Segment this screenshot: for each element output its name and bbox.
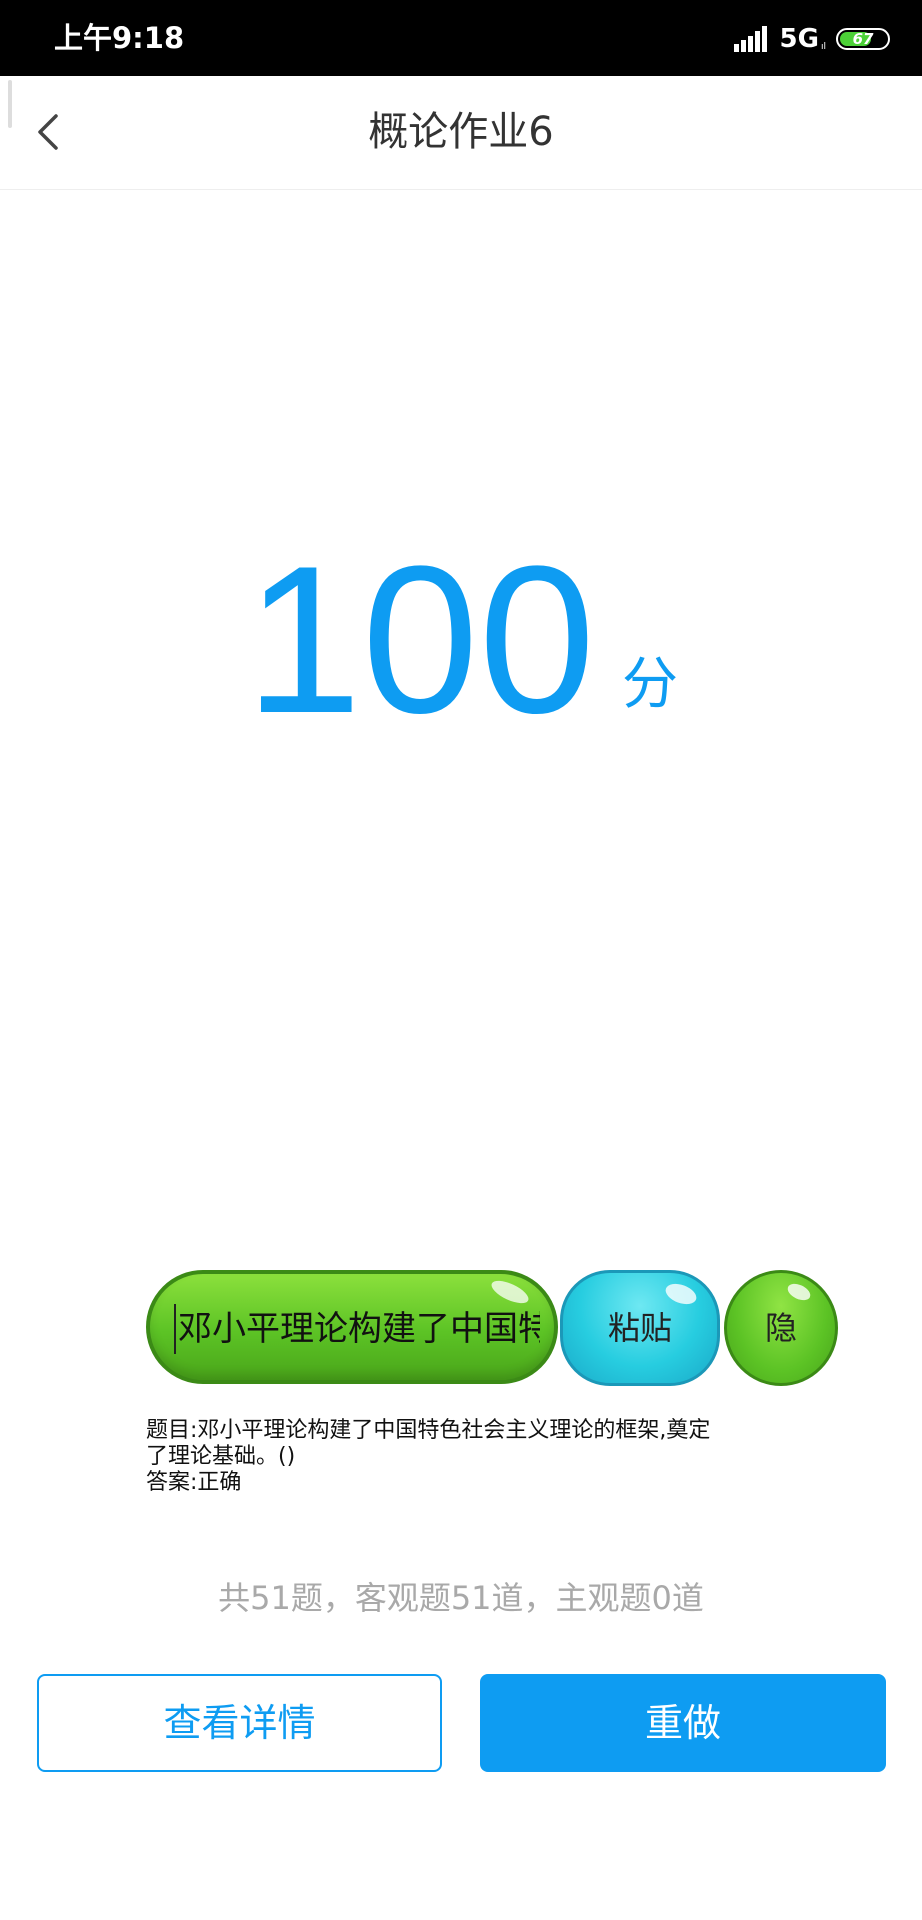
- question-search-pill[interactable]: 邓小平理论构建了中国特: [146, 1270, 558, 1384]
- battery-level: 67: [852, 30, 874, 48]
- redo-button[interactable]: 重做: [480, 1674, 886, 1772]
- network-type: 5G: [779, 24, 819, 54]
- hide-button[interactable]: 隐: [724, 1270, 838, 1386]
- score-value: 100: [245, 522, 596, 757]
- score-unit: 分: [622, 652, 678, 717]
- status-bar: 上午9:18 5G ıl 67: [0, 0, 922, 76]
- question-answer-block: 题目:邓小平理论构建了中国特色社会主义理论的框架,奠定了理论基础。() 答案:正…: [146, 1418, 726, 1496]
- page-title: 概论作业6: [368, 109, 554, 155]
- battery-icon: 67: [836, 28, 890, 50]
- paste-button[interactable]: 粘贴: [560, 1270, 720, 1386]
- status-time: 上午9:18: [54, 21, 185, 55]
- nav-bar: 概论作业6: [0, 76, 922, 190]
- question-search-input[interactable]: 邓小平理论构建了中国特: [174, 1304, 540, 1354]
- pill-shine: [488, 1276, 532, 1308]
- question-text: 题目:邓小平理论构建了中国特色社会主义理论的框架,奠定了理论基础。(): [146, 1418, 711, 1469]
- answer-text: 答案:正确: [146, 1470, 242, 1495]
- paste-shine: [662, 1280, 700, 1308]
- question-summary: 共51题，客观题51道，主观题0道: [218, 1579, 704, 1617]
- network-activity: ıl: [820, 42, 826, 52]
- status-indicators: 5G ıl 67: [733, 22, 890, 56]
- score-display: 100 分: [0, 530, 922, 750]
- view-details-button[interactable]: 查看详情: [37, 1674, 442, 1772]
- signal-strength-icon: [733, 26, 767, 52]
- hide-shine: [785, 1280, 813, 1304]
- helper-overlay: 邓小平理论构建了中国特 粘贴 隐: [146, 1270, 838, 1390]
- hide-label: 隐: [764, 1309, 797, 1347]
- paste-label: 粘贴: [607, 1309, 672, 1347]
